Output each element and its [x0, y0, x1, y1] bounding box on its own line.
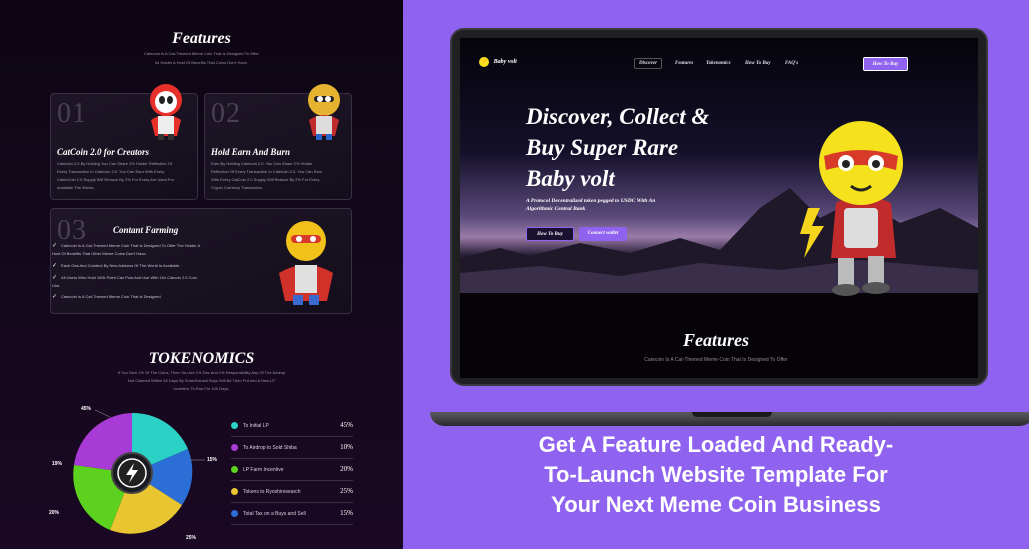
card-number: 02 [211, 98, 241, 129]
legend-dot [231, 510, 238, 517]
feature-card-2: 02 Hold Earn And Burn Earn By Holding Ca… [204, 84, 352, 200]
card-desc-line: Crypto Currency Transaction. [211, 185, 264, 190]
promo-panel: ⚡ Baby volt Discover Features Tokenomics… [403, 0, 1029, 549]
farming-point: ✓ All Users Who Hold 100k Point Can Post … [52, 275, 197, 288]
hero-subtitle: A Protocol Decentralized token pegged to… [526, 198, 656, 212]
card-desc-line: Reflection Of Every Transaction In Catec… [211, 169, 323, 174]
mascot-illustration [150, 84, 182, 140]
features-subtitle-1: Catecoin Is A Cat-Themed Meme Coin That … [144, 51, 259, 56]
legend-dot [231, 422, 238, 429]
site-logo[interactable]: ⚡ Baby volt [479, 57, 517, 67]
tokenomics-row: To Airdrop to Sold Shiba 10% [231, 440, 353, 459]
card-desc-line: CatecCoin 2.0 Supply Will Reduce By 2% F… [57, 177, 174, 182]
nav-how-to-buy[interactable]: How To Buy [745, 61, 771, 66]
card-desc-line: Catecoin 2.0 By Holding You Can Share 2%… [57, 161, 172, 166]
laptop-base [430, 412, 1029, 426]
nav-discover[interactable]: Discover [634, 58, 663, 69]
tokenomics-desc-line: If You Own 1% Of The Coins, Then You Are… [117, 370, 286, 375]
promo-headline: Get A Feature Loaded And Ready- To-Launc… [538, 432, 894, 517]
card-title: Hold Earn And Burn [211, 147, 290, 157]
tokenomics-pie-chart [73, 409, 205, 534]
card-desc-line: Earn By Holding Catecoin 2.0. You Can Sh… [211, 161, 313, 166]
connect-wallet-button[interactable]: Connect wallet [579, 227, 627, 241]
features-subtitle-2: Its Holder A Host Of Benefits That Coins… [155, 60, 248, 65]
pie-label: 20% [49, 510, 60, 516]
tokenomics-row: Tokens to Ryoshiresearch 25% [231, 484, 353, 503]
card-title: CatCoin 2.0 for Creators [57, 147, 150, 157]
nav-faqs[interactable]: FAQ's [785, 61, 798, 66]
feature-card-1: 01 CatCoin 2.0 for Creators Catecoin 2.0… [50, 84, 198, 200]
card-title: Contant Farming [113, 225, 179, 235]
farming-point: ✓ Catecoin Is A Cat-Themed Meme Coin That… [52, 243, 200, 256]
site-features-subtitle: Catecoin Is A Cat-Themed Meme Coin That … [644, 357, 788, 363]
pie-label: 19% [52, 461, 63, 467]
tokenomics-row: To Initial LP 45% [231, 418, 353, 437]
hero-title: Discover, Collect & Buy Super Rare Baby … [526, 104, 710, 191]
tokenomics-desc-line: Not Claimed Within 45 Days By SolaVKaran… [127, 378, 276, 383]
nav-how-to-buy-button[interactable]: How To Buy [863, 57, 908, 71]
nav-tokenomics[interactable]: Tokenomics [706, 61, 731, 66]
farming-point: ✓ Catecoin Is A Cat-Themed Meme Coin That… [52, 294, 162, 300]
site-features-title: Features [682, 330, 749, 350]
tokenomics-row: Total Tax on a Buys and Sell 15% [231, 506, 353, 525]
nav-features[interactable]: Features [675, 61, 693, 66]
card-desc-line: Available The Works. [57, 185, 95, 190]
farming-point: ✓ Each Gas And Cointent By New Address Of… [52, 263, 181, 269]
bolt-logo-icon: ⚡ [479, 57, 489, 67]
mascot-illustration [279, 221, 333, 305]
card-desc-line: Every Transaction In Catecoin 2.0. You C… [57, 169, 165, 174]
hero-how-to-buy-button[interactable]: How To Buy [526, 227, 574, 241]
tokenomics-row: LP Farm Incentive 20% [231, 462, 353, 481]
features-preview-panel: Features Catecoin Is A Cat-Themed Meme C… [0, 0, 403, 549]
pie-label: 15% [207, 457, 218, 463]
legend-dot [231, 466, 238, 473]
mascot-illustration [308, 84, 340, 140]
pie-label: 45% [81, 406, 92, 412]
card-number: 01 [57, 98, 87, 129]
tokenomics-title: TOKENOMICS [148, 350, 255, 367]
card-desc-line: With Every CatCoin 2.0 Supply Will Reduc… [211, 177, 320, 182]
baby-volt-mascot [800, 121, 903, 296]
legend-dot [231, 444, 238, 451]
pie-label: 25% [186, 535, 197, 541]
tokenomics-desc-line: Incentive To Run For 100 Days. [173, 386, 230, 391]
features-title: Features [172, 30, 231, 47]
legend-dot [231, 488, 238, 495]
